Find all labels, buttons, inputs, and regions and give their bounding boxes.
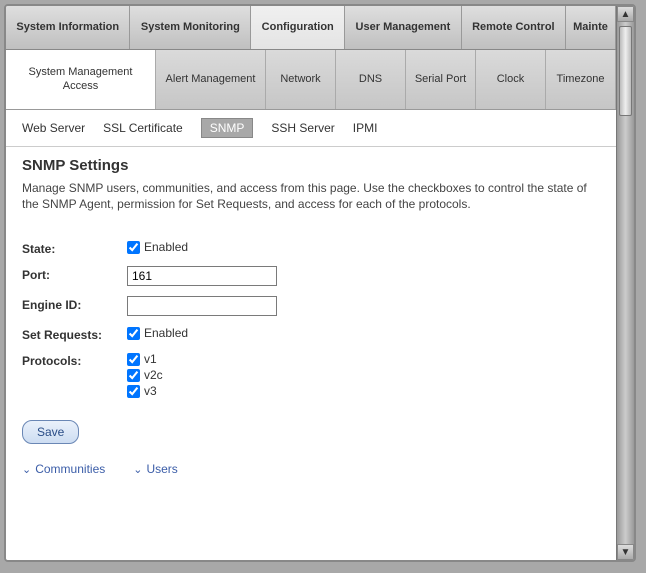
state-enabled-wrap[interactable]: Enabled bbox=[127, 240, 188, 254]
sub-tab-timezone[interactable]: Timezone bbox=[546, 50, 616, 109]
protocol-v1-checkbox[interactable] bbox=[127, 353, 140, 366]
sub-tab-clock[interactable]: Clock bbox=[476, 50, 546, 109]
row-state: State: Enabled bbox=[22, 240, 600, 256]
main-tab-bar: System Information System Monitoring Con… bbox=[6, 6, 616, 50]
scrollbar-thumb[interactable] bbox=[619, 26, 632, 116]
set-requests-enabled-checkbox[interactable] bbox=[127, 327, 140, 340]
row-set-requests: Set Requests: Enabled bbox=[22, 326, 600, 342]
vertical-scrollbar[interactable]: ▲ ▼ bbox=[616, 6, 634, 560]
protocol-v3-checkbox[interactable] bbox=[127, 385, 140, 398]
page-description: Manage SNMP users, communities, and acce… bbox=[22, 180, 600, 212]
label-protocols: Protocols: bbox=[22, 352, 127, 368]
expander-communities-label: Communities bbox=[35, 462, 105, 476]
protocol-v1-wrap[interactable]: v1 bbox=[127, 352, 163, 366]
app-frame: System Information System Monitoring Con… bbox=[4, 4, 636, 562]
tertiary-tab-web-server[interactable]: Web Server bbox=[22, 121, 85, 135]
set-requests-enabled-wrap[interactable]: Enabled bbox=[127, 326, 188, 340]
engine-id-input[interactable] bbox=[127, 296, 277, 316]
protocol-v2c-checkbox[interactable] bbox=[127, 369, 140, 382]
row-protocols: Protocols: v1 v2c v3 bbox=[22, 352, 600, 400]
port-input[interactable] bbox=[127, 266, 277, 286]
content-area: SNMP Settings Manage SNMP users, communi… bbox=[6, 147, 616, 562]
expander-communities[interactable]: ⌄ Communities bbox=[22, 462, 105, 476]
label-port: Port: bbox=[22, 266, 127, 282]
state-enabled-label: Enabled bbox=[144, 240, 188, 254]
page-title: SNMP Settings bbox=[22, 157, 600, 174]
tertiary-tab-ssl-certificate[interactable]: SSL Certificate bbox=[103, 121, 183, 135]
scrollbar-arrow-up-icon[interactable]: ▲ bbox=[617, 6, 634, 22]
main-tab-remote-control[interactable]: Remote Control bbox=[462, 6, 566, 49]
protocol-v3-label: v3 bbox=[144, 384, 157, 398]
sub-tab-network[interactable]: Network bbox=[266, 50, 336, 109]
tertiary-tab-ipmi[interactable]: IPMI bbox=[353, 121, 378, 135]
protocol-v2c-wrap[interactable]: v2c bbox=[127, 368, 163, 382]
sub-tab-alert-management[interactable]: Alert Management bbox=[156, 50, 266, 109]
row-engine-id: Engine ID: bbox=[22, 296, 600, 316]
expander-users[interactable]: ⌄ Users bbox=[133, 462, 178, 476]
save-button[interactable]: Save bbox=[22, 420, 79, 444]
label-state: State: bbox=[22, 240, 127, 256]
scrollbar-arrow-down-icon[interactable]: ▼ bbox=[617, 544, 634, 560]
tertiary-tab-ssh-server[interactable]: SSH Server bbox=[271, 121, 334, 135]
chevron-down-icon: ⌄ bbox=[22, 463, 31, 476]
main-tab-configuration[interactable]: Configuration bbox=[251, 6, 345, 49]
main-tab-system-information[interactable]: System Information bbox=[6, 6, 130, 49]
tertiary-tab-snmp[interactable]: SNMP bbox=[201, 118, 254, 138]
protocol-v3-wrap[interactable]: v3 bbox=[127, 384, 163, 398]
sub-tab-bar: System Management Access Alert Managemen… bbox=[6, 50, 616, 110]
expander-users-label: Users bbox=[146, 462, 177, 476]
state-enabled-checkbox[interactable] bbox=[127, 241, 140, 254]
set-requests-enabled-label: Enabled bbox=[144, 326, 188, 340]
sub-tab-dns[interactable]: DNS bbox=[336, 50, 406, 109]
main-tab-maintenance-truncated[interactable]: Mainte bbox=[566, 6, 616, 49]
tertiary-tab-bar: Web Server SSL Certificate SNMP SSH Serv… bbox=[6, 110, 616, 147]
chevron-down-icon: ⌄ bbox=[133, 463, 142, 476]
sub-tab-system-management-access[interactable]: System Management Access bbox=[6, 50, 156, 109]
protocol-v1-label: v1 bbox=[144, 352, 157, 366]
bottom-expanders: ⌄ Communities ⌄ Users bbox=[22, 462, 600, 476]
label-set-requests: Set Requests: bbox=[22, 326, 127, 342]
label-engine-id: Engine ID: bbox=[22, 296, 127, 312]
row-port: Port: bbox=[22, 266, 600, 286]
main-tab-user-management[interactable]: User Management bbox=[345, 6, 462, 49]
main-tab-system-monitoring[interactable]: System Monitoring bbox=[130, 6, 251, 49]
protocol-v2c-label: v2c bbox=[144, 368, 163, 382]
sub-tab-serial-port[interactable]: Serial Port bbox=[406, 50, 476, 109]
